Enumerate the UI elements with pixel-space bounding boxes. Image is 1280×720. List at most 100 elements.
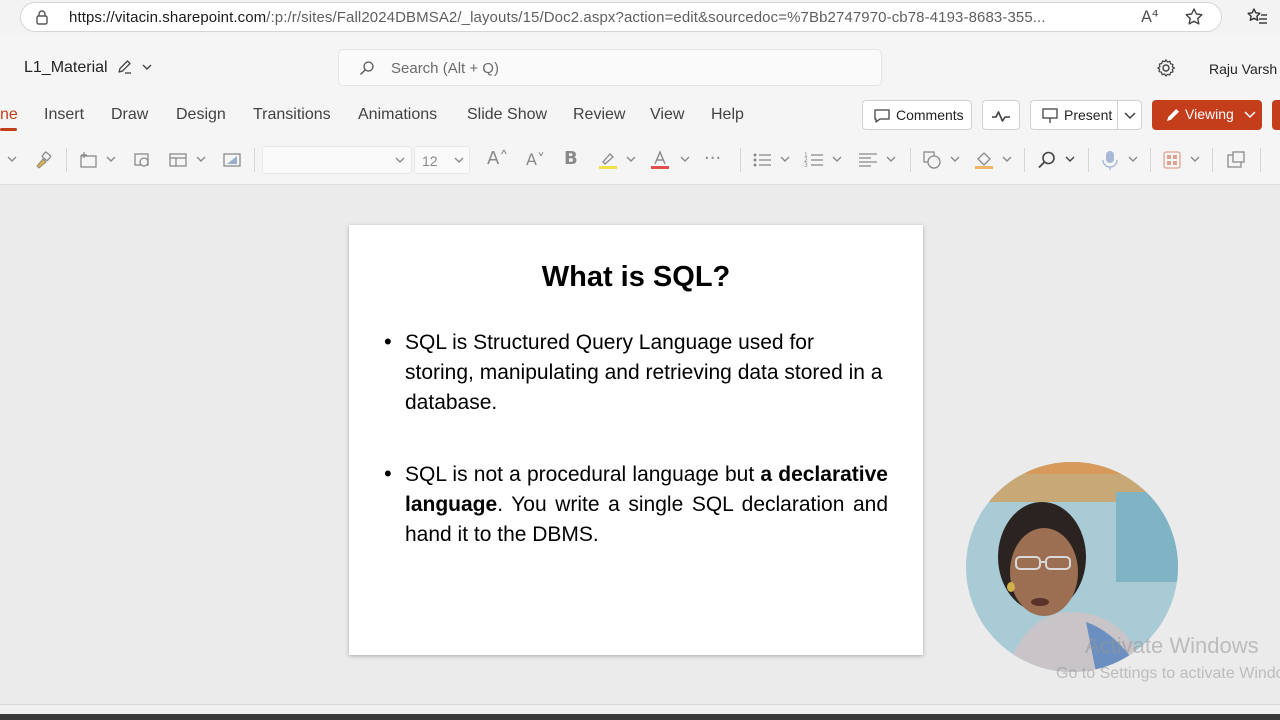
search-input[interactable]: Search (Alt + Q) [338, 49, 882, 86]
bullets-icon[interactable] [752, 150, 772, 170]
activate-windows-subtext: Go to Settings to activate Windows. [1056, 665, 1280, 682]
tab-slide-show[interactable]: Slide Show [467, 106, 547, 124]
browser-address-bar: https://vitacin.sharepoint.com/:p:/r/sit… [0, 0, 1280, 34]
present-button[interactable]: Present [1030, 100, 1142, 130]
grow-font-icon[interactable]: A˄ [487, 148, 508, 169]
add-ins-icon[interactable] [1226, 150, 1246, 170]
app-header: L1_Material Search (Alt + Q) Raju Varsh [0, 34, 1280, 96]
chevron-down-icon[interactable] [1128, 156, 1138, 164]
chevron-down-icon[interactable] [454, 157, 464, 165]
bullet-marker: • [384, 461, 392, 486]
tab-design[interactable]: Design [176, 106, 226, 124]
shape-fill-icon[interactable] [974, 150, 994, 170]
chevron-down-icon[interactable] [1065, 156, 1075, 164]
slide-title[interactable]: What is SQL? [349, 261, 923, 294]
chevron-down-icon[interactable] [1124, 112, 1136, 120]
ribbon-tabs: ne Insert Draw Design Transitions Animat… [0, 96, 1280, 136]
chevron-down-icon[interactable] [196, 156, 206, 164]
present-split-divider [1117, 101, 1118, 129]
viewing-mode-button[interactable]: Viewing [1152, 100, 1262, 130]
highlight-icon[interactable] [598, 150, 618, 170]
active-tab-indicator [0, 128, 17, 131]
numbering-icon[interactable]: 123 [804, 150, 824, 170]
bullet-1-text[interactable]: SQL is Structured Query Language used fo… [405, 328, 888, 418]
toolbar-separator [1260, 148, 1261, 172]
viewing-label: Viewing [1185, 106, 1234, 122]
new-slide-icon[interactable] [78, 150, 98, 170]
more-font-options-icon[interactable]: ··· [704, 148, 721, 169]
search-icon [360, 61, 374, 75]
tab-help[interactable]: Help [711, 106, 744, 124]
chevron-down-icon[interactable] [141, 62, 153, 72]
toolbar-separator [254, 148, 255, 172]
font-name-field[interactable] [262, 146, 412, 174]
activate-windows-watermark: Activate Windows [1085, 633, 1259, 658]
chevron-down-icon[interactable] [1002, 156, 1012, 164]
chevron-down-icon[interactable] [780, 156, 790, 164]
format-painter-icon[interactable] [33, 150, 53, 170]
chevron-down-icon[interactable] [7, 156, 17, 164]
bullet-2-text[interactable]: SQL is not a procedural language but a d… [405, 460, 888, 550]
comment-icon [874, 109, 890, 123]
video-bottom-strip [0, 714, 1280, 720]
align-icon[interactable] [858, 150, 878, 170]
slide[interactable]: What is SQL? • SQL is Structured Query L… [349, 225, 923, 655]
chevron-down-icon[interactable] [1190, 156, 1200, 164]
toolbar-separator [740, 148, 741, 172]
tab-transitions[interactable]: Transitions [253, 106, 331, 124]
chevron-down-icon[interactable] [626, 156, 636, 164]
toolbar-separator [1024, 148, 1025, 172]
microphone-icon[interactable] [1100, 150, 1120, 170]
gear-icon[interactable] [1156, 58, 1176, 78]
search-placeholder: Search (Alt + Q) [391, 60, 499, 77]
edit-pen-icon[interactable] [116, 58, 134, 76]
bold-icon[interactable]: B [564, 148, 578, 169]
toolbar-separator [1150, 148, 1151, 172]
document-title[interactable]: L1_Material [24, 59, 108, 77]
font-size-value: 12 [422, 153, 438, 169]
font-color-icon[interactable] [650, 150, 670, 170]
tab-review[interactable]: Review [573, 106, 625, 124]
toolbar-separator [1088, 148, 1089, 172]
share-button-edge[interactable] [1272, 100, 1280, 130]
layout-icon[interactable] [168, 150, 188, 170]
find-icon[interactable] [1037, 150, 1057, 170]
tab-insert[interactable]: Insert [44, 106, 84, 124]
comments-label: Comments [896, 107, 964, 123]
chevron-down-icon[interactable] [886, 156, 896, 164]
toolbar-separator [910, 148, 911, 172]
chevron-down-icon [1244, 111, 1256, 119]
activity-button[interactable] [982, 100, 1020, 130]
tab-animations[interactable]: Animations [358, 106, 437, 124]
powerpoint-web-window: https://vitacin.sharepoint.com/:p:/r/sit… [0, 0, 1280, 720]
tab-home[interactable]: ne [0, 106, 18, 124]
chevron-down-icon[interactable] [106, 156, 116, 164]
font-size-field[interactable]: 12 [414, 146, 470, 174]
designer-icon[interactable] [1162, 150, 1182, 170]
star-icon[interactable] [1184, 7, 1204, 27]
read-aloud-icon[interactable]: A⁴ [1141, 7, 1158, 26]
reuse-slides-icon[interactable] [132, 150, 152, 170]
url-text[interactable]: https://vitacin.sharepoint.com/:p:/r/sit… [69, 9, 1139, 26]
user-name[interactable]: Raju Varsh [1209, 61, 1277, 77]
shrink-font-icon[interactable]: A˅ [526, 150, 545, 169]
tab-draw[interactable]: Draw [111, 106, 148, 124]
format-background-icon[interactable] [222, 150, 242, 170]
chevron-down-icon[interactable] [832, 156, 842, 164]
tab-view[interactable]: View [650, 106, 684, 124]
shapes-icon[interactable] [922, 150, 942, 170]
chevron-down-icon[interactable] [395, 157, 405, 165]
bullet-marker: • [384, 329, 392, 354]
chevron-down-icon[interactable] [950, 156, 960, 164]
bullet-2-text-start: SQL is not a procedural language but [405, 463, 761, 486]
favorites-icon[interactable] [1246, 6, 1268, 28]
activity-icon [992, 111, 1010, 122]
lock-icon[interactable] [34, 9, 50, 25]
chevron-down-icon[interactable] [680, 156, 690, 164]
toolbar-separator [1212, 148, 1213, 172]
comments-button[interactable]: Comments [862, 100, 972, 130]
url-path: /:p:/r/sites/Fall2024DBMSA2/_layouts/15/… [266, 9, 1046, 26]
url-field[interactable]: https://vitacin.sharepoint.com/:p:/r/sit… [20, 2, 1222, 32]
ribbon-toolbar: 12 A˄ A˅ B ··· 123 [0, 136, 1280, 184]
present-label: Present [1064, 107, 1113, 123]
